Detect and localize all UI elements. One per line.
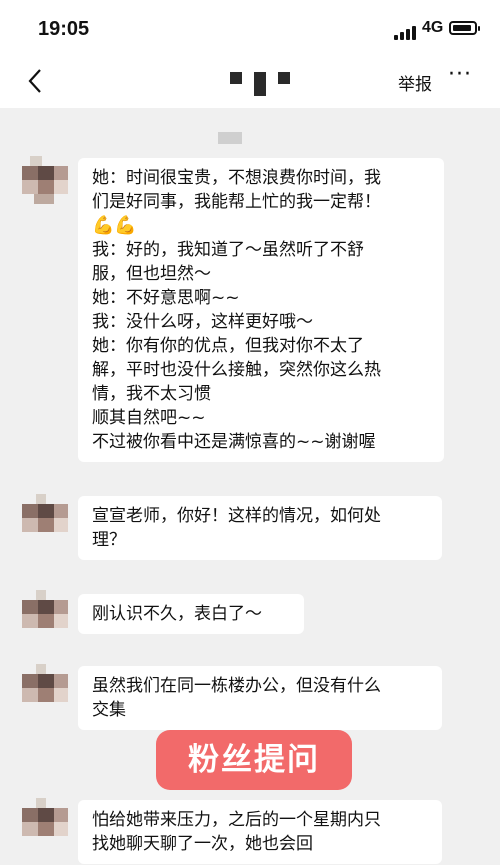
message-line: 我：没什么呀，这样更好哦～ [92,312,313,332]
more-options-button[interactable]: ··· [448,62,472,87]
message-line: 不过被你看中还是满惊喜的~~谢谢喔 [92,432,376,452]
message-bubble[interactable]: 她：时间很宝贵，不想浪费你时间，我 们是好同事，我能帮上忙的我一定帮！ 💪💪 我… [78,158,444,462]
message-bubble[interactable]: 怕给她带来压力，之后的一个星期内只 找她聊天聊了一次，她也会回 [78,800,442,864]
status-time: 19:05 [38,18,90,40]
message-bubble[interactable]: 宣宣老师，你好！这样的情况，如何处 理？ [78,496,442,560]
chevron-left-icon [28,69,41,93]
back-button[interactable] [22,66,52,96]
message-line: 理？ [92,530,126,550]
avatar[interactable] [22,156,72,206]
battery-icon [449,21,480,35]
message-line: 宣宣老师，你好！这样的情况，如何处 [92,506,381,526]
fan-question-tag: 粉丝提问 [156,730,352,790]
message-line: 顺其自然吧~~ [92,408,206,428]
avatar[interactable] [22,590,72,640]
message-line: 情，我不太习惯 [92,384,211,404]
message-line: 怕给她带来压力，之后的一个星期内只 [92,810,381,830]
nav-bar: 举报 ··· [0,58,500,108]
avatar[interactable] [22,494,72,544]
avatar[interactable] [22,664,72,714]
message-line: 刚认识不久，表白了～ [92,604,262,624]
network-label: 4G [422,19,444,36]
message-line: 虽然我们在同一栋楼办公，但没有什么 [92,676,381,696]
message-bubble[interactable]: 刚认识不久，表白了～ [78,594,304,634]
message-line: 们是好同事，我能帮上忙的我一定帮！ [92,192,381,212]
message-line: 服，但也坦然～ [92,264,211,284]
report-button[interactable]: 举报 [398,70,432,95]
message-bubble[interactable]: 虽然我们在同一栋楼办公，但没有什么 交集 [78,666,442,730]
avatar[interactable] [22,798,72,848]
flexed-biceps-icon: 💪💪 [92,215,137,236]
message-line: 她：时间很宝贵，不想浪费你时间，我 [92,168,381,188]
message-line: 解，平时也没什么接触，突然你这么热 [92,360,381,380]
message-line: 交集 [92,700,126,720]
timestamp-mosaic [218,132,242,144]
message-line: 她：不好意思啊~~ [92,288,240,308]
message-line: 找她聊天聊了一次，她也会回 [92,834,313,854]
status-bar: 19:05 4G [0,0,500,58]
message-line: 我：好的，我知道了～虽然听了不舒 [92,240,364,260]
message-line: 她：你有你的优点，但我对你不太了 [92,336,364,356]
signal-icon [394,21,418,40]
